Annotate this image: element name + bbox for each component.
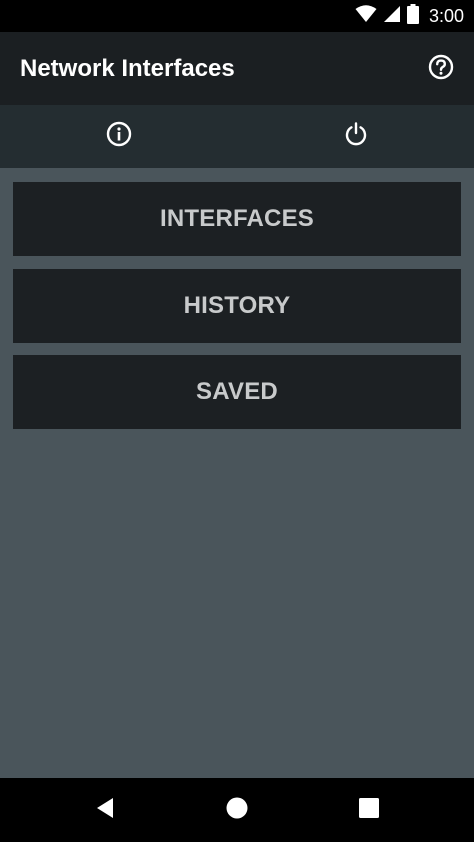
nav-back-button[interactable] [75, 778, 135, 842]
interfaces-button[interactable]: INTERFACES [13, 182, 461, 256]
status-icons: 3:00 [355, 0, 464, 32]
info-icon [106, 121, 132, 152]
recents-icon [359, 797, 379, 823]
history-button[interactable]: HISTORY [13, 269, 461, 343]
cellular-signal-icon [383, 5, 401, 28]
battery-icon [406, 3, 419, 29]
home-icon [226, 797, 248, 824]
status-time: 3:00 [428, 5, 464, 26]
tab-power[interactable] [237, 105, 474, 168]
navigation-bar [0, 778, 474, 842]
help-button[interactable] [426, 54, 456, 84]
tab-bar [0, 105, 474, 168]
nav-home-button[interactable] [207, 778, 267, 842]
saved-button[interactable]: SAVED [13, 355, 461, 429]
power-icon [343, 121, 369, 152]
tab-info[interactable] [0, 105, 237, 168]
wifi-icon [355, 4, 377, 28]
back-icon [95, 797, 115, 824]
nav-recents-button[interactable] [339, 778, 399, 842]
status-bar: 3:00 [0, 0, 474, 32]
app-bar: Network Interfaces [0, 32, 474, 105]
app-title: Network Interfaces [20, 55, 235, 82]
help-circle-icon [428, 54, 454, 85]
